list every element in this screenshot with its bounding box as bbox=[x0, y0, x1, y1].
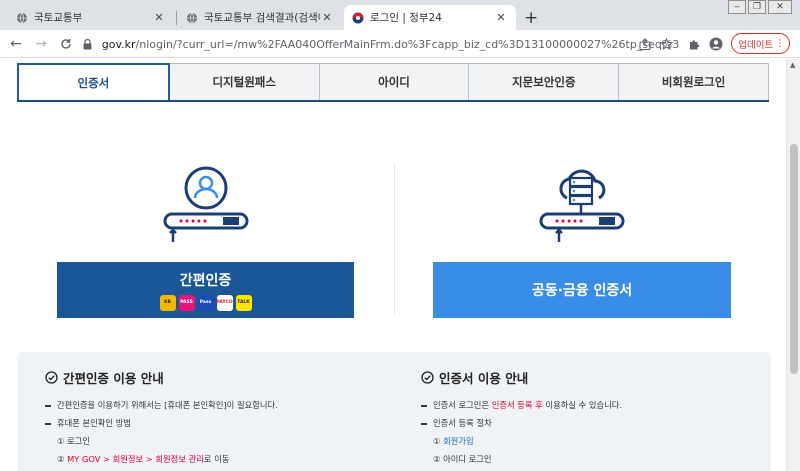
profile-avatar-icon[interactable] bbox=[707, 35, 725, 53]
certificate-guide: 인증서 이용 안내 인증서 로그인은 인증서 등록 후 이용하실 수 있습니다.… bbox=[421, 368, 761, 471]
usage-guide-box: 간편인증 이용 안내 간편인증을 이용하기 위해서는 [휴대폰 본인확인]이 필… bbox=[17, 352, 771, 471]
share-icon[interactable] bbox=[636, 35, 654, 53]
signup-link[interactable]: 회원가입 bbox=[443, 436, 474, 446]
tab-separator bbox=[176, 11, 177, 25]
url-host: gov.kr bbox=[101, 37, 136, 51]
step-number: ① bbox=[433, 436, 444, 446]
provider-logos: KB PASS Pass PAYCO TALK bbox=[159, 294, 252, 311]
guide-step: ② 아이디 로그인 bbox=[433, 454, 492, 464]
guide-item: 인증서 등록 절차 bbox=[421, 417, 761, 430]
column-divider bbox=[394, 164, 395, 314]
guide-item: 인증서 로그인은 인증서 등록 후 이용하실 수 있습니다. bbox=[421, 399, 761, 412]
samsung-pass-logo-icon: Pass bbox=[197, 294, 214, 311]
tab-fingerprint[interactable]: 지문보안인증 bbox=[469, 63, 620, 101]
highlight-text: 인증서 등록 후 bbox=[491, 400, 543, 410]
update-button[interactable]: 업데이트 ⋮ bbox=[731, 33, 790, 54]
address-bar[interactable]: gov.kr/nlogin/?curr_url=/mw%2FAA040Offer… bbox=[80, 33, 680, 55]
tab-digital-onepass[interactable]: 디지털원패스 bbox=[169, 63, 320, 101]
cloud-server-password-icon bbox=[539, 169, 625, 242]
url-path: /nlogin/?curr_url=/mw%2FAA040OfferMainFr… bbox=[135, 37, 680, 51]
browser-tab-active[interactable]: 로그인 | 정부24 ✕ bbox=[344, 5, 516, 30]
scrollbar-thumb[interactable] bbox=[790, 144, 798, 374]
browser-toolbar: ← → gov.kr/nlogin/?curr_url=/mw%2FAA040O… bbox=[0, 30, 800, 58]
scroll-up-icon[interactable]: ▲ bbox=[790, 61, 795, 69]
check-circle-icon bbox=[421, 371, 434, 384]
person-password-icon bbox=[163, 166, 249, 242]
kakao-talk-logo-icon: TALK bbox=[235, 294, 252, 311]
browser-tab[interactable]: 국토교통부 ✕ bbox=[8, 5, 174, 30]
lock-icon[interactable] bbox=[80, 38, 96, 50]
mygov-info-link[interactable]: MY GOV > 회원정보 > 회원정보 관리 bbox=[67, 454, 204, 464]
guide-item: 간편인증을 이용하기 위해서는 [휴대폰 본인확인]이 필요합니다. bbox=[45, 399, 385, 412]
close-tab-icon[interactable]: ✕ bbox=[320, 11, 334, 24]
simple-auth-guide: 간편인증 이용 안내 간편인증을 이용하기 위해서는 [휴대폰 본인확인]이 필… bbox=[45, 368, 385, 471]
simple-auth-label: 간편인증 bbox=[179, 272, 232, 289]
kb-logo-icon: KB bbox=[159, 294, 176, 311]
window-controls: ‒ ❐ ✕ bbox=[726, 0, 792, 16]
check-circle-icon bbox=[45, 371, 58, 384]
tab-certificate[interactable]: 인증서 bbox=[17, 63, 170, 101]
minimize-icon[interactable]: ‒ bbox=[728, 0, 746, 14]
step-number: ② bbox=[57, 454, 68, 464]
close-tab-icon[interactable]: ✕ bbox=[152, 11, 166, 24]
close-tab-icon[interactable]: ✕ bbox=[494, 11, 508, 24]
gov24-favicon-icon bbox=[352, 12, 364, 24]
forward-arrow-icon[interactable]: → bbox=[31, 34, 51, 54]
pass-logo-icon: PASS bbox=[178, 294, 195, 311]
simple-auth-illustration bbox=[56, 164, 356, 244]
guide-step: ① 로그인 bbox=[57, 436, 90, 446]
bookmark-star-icon[interactable] bbox=[657, 35, 675, 53]
tab-title: 국토교통부 검색결과(검색어:지하 bbox=[204, 12, 320, 24]
text-part: 이용하실 수 있습니다. bbox=[542, 400, 623, 410]
update-label: 업데이트 bbox=[738, 39, 774, 51]
page-scrollbar[interactable]: ▲ bbox=[786, 59, 800, 471]
simple-auth-button[interactable]: 간편인증 KB PASS Pass PAYCO TALK bbox=[57, 262, 354, 318]
tab-non-member[interactable]: 비회원로그인 bbox=[619, 63, 769, 101]
step-rest: 로 이동 bbox=[203, 454, 230, 464]
joint-financial-certificate-button[interactable]: 공동·금융 인증서 bbox=[433, 262, 731, 318]
guide-step: ① 회원가입 bbox=[421, 435, 761, 448]
page-content: 인증서 디지털원패스 아이디 지문보안인증 비회원로그인 간편인증 KB PAS… bbox=[0, 59, 786, 471]
certificate-guide-title: 인증서 이용 안내 bbox=[421, 368, 761, 387]
restore-icon[interactable]: ❐ bbox=[748, 0, 766, 14]
tab-id[interactable]: 아이디 bbox=[319, 63, 470, 101]
guide-item: 휴대폰 본인확인 방법 bbox=[45, 417, 385, 430]
guide-step: ② MY GOV > 회원정보 > 회원정보 관리로 이동 bbox=[45, 453, 385, 466]
close-window-icon[interactable]: ✕ bbox=[768, 0, 792, 14]
browser-tab[interactable]: 국토교통부 검색결과(검색어:지하 ✕ bbox=[178, 5, 342, 30]
back-arrow-icon[interactable]: ← bbox=[6, 34, 26, 54]
simple-auth-guide-title: 간편인증 이용 안내 bbox=[45, 368, 385, 387]
extensions-puzzle-icon[interactable] bbox=[685, 35, 703, 53]
tabs-underline bbox=[17, 100, 769, 102]
browser-tabstrip: 국토교통부 ✕ 국토교통부 검색결과(검색어:지하 ✕ 로그인 | 정부24 ✕… bbox=[0, 0, 800, 30]
payco-logo-icon: PAYCO bbox=[216, 294, 233, 311]
new-tab-button[interactable]: + bbox=[524, 8, 538, 28]
certificate-illustration bbox=[432, 164, 732, 244]
simple-auth-guide-heading: 간편인증 이용 안내 bbox=[63, 371, 164, 386]
reload-icon[interactable] bbox=[56, 34, 76, 54]
url-text: gov.kr/nlogin/?curr_url=/mw%2FAA040Offer… bbox=[102, 38, 680, 51]
certificate-guide-heading: 인증서 이용 안내 bbox=[439, 371, 529, 386]
text-part: 인증서 로그인은 bbox=[433, 400, 492, 410]
globe-icon bbox=[186, 12, 198, 24]
login-method-tabs: 인증서 디지털원패스 아이디 지문보안인증 비회원로그인 bbox=[17, 63, 769, 101]
tab-title: 국토교통부 bbox=[34, 12, 83, 24]
globe-icon bbox=[16, 12, 28, 24]
tab-title: 로그인 | 정부24 bbox=[370, 12, 442, 24]
more-menu-icon: ⋮ bbox=[775, 38, 785, 49]
